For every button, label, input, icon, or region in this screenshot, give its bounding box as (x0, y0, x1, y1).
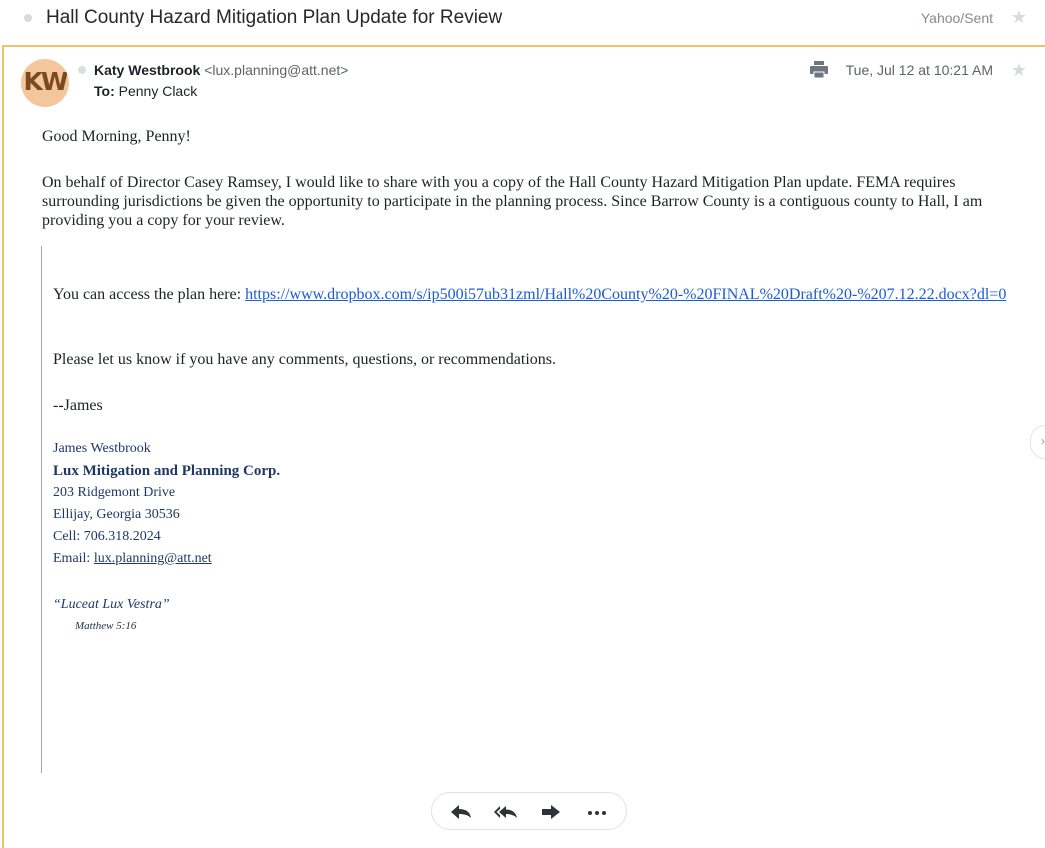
signature-cell: Cell: 706.318.2024 (53, 529, 161, 544)
sender-email: <lux.planning@att.net> (204, 62, 349, 78)
signature-verse: Matthew 5:16 (75, 620, 137, 632)
plan-access-text: You can access the plan here: https://ww… (53, 285, 1018, 304)
plan-link[interactable]: https://www.dropbox.com/s/ip500i57ub31zm… (245, 286, 1006, 303)
recipient-name[interactable]: Penny Clack (119, 83, 198, 99)
quote-divider (41, 246, 42, 773)
signature-address-2: Ellijay, Georgia 30536 (53, 507, 180, 522)
more-icon[interactable] (584, 801, 610, 823)
sender-name[interactable]: Katy Westbrook (94, 62, 200, 78)
avatar[interactable]: KW (21, 59, 69, 107)
signature-email-link[interactable]: lux.planning@att.net (94, 551, 212, 566)
reply-all-icon[interactable] (493, 801, 519, 823)
subject-bar: Hall County Hazard Mitigation Plan Updat… (0, 0, 1045, 44)
signature-address-1: 203 Ridgemont Drive (53, 485, 176, 500)
signature-email-label: Email: (53, 551, 94, 566)
email-subject: Hall County Hazard Mitigation Plan Updat… (46, 7, 503, 28)
recipient-line: To: Penny Clack (94, 82, 197, 100)
signature-company: Lux Mitigation and Planning Corp. (53, 463, 281, 479)
plan-access-prefix: You can access the plan here: (53, 286, 246, 303)
print-icon[interactable] (809, 61, 829, 79)
sender-line: Katy Westbrook <lux.planning@att.net> (94, 61, 348, 79)
chevron-right-icon: › (1041, 434, 1045, 448)
signature-motto: “Luceat Lux Vestra” (53, 597, 170, 612)
message-date: Tue, Jul 12 at 10:21 AM (845, 62, 993, 78)
greeting: Good Morning, Penny! (42, 128, 191, 145)
folder-label[interactable]: Yahoo/Sent (921, 8, 993, 28)
reply-icon[interactable] (448, 801, 474, 823)
signoff: --James (53, 397, 103, 414)
body-paragraph: On behalf of Director Casey Ramsey, I wo… (42, 174, 983, 229)
read-status-dot-icon[interactable] (78, 66, 86, 74)
star-icon[interactable]: ★ (1011, 8, 1027, 26)
message-actions (431, 792, 627, 830)
to-label: To: (94, 83, 115, 99)
unread-dot-icon[interactable] (24, 14, 32, 22)
star-icon[interactable]: ★ (1011, 61, 1027, 79)
message-card (2, 45, 1045, 848)
forward-icon[interactable] (538, 801, 564, 823)
avatar-initials: KW (23, 67, 69, 96)
signature-email-line: Email: lux.planning@att.net (53, 548, 212, 570)
request-text: Please let us know if you have any comme… (53, 351, 557, 368)
signature-name: James Westbrook (53, 441, 151, 456)
